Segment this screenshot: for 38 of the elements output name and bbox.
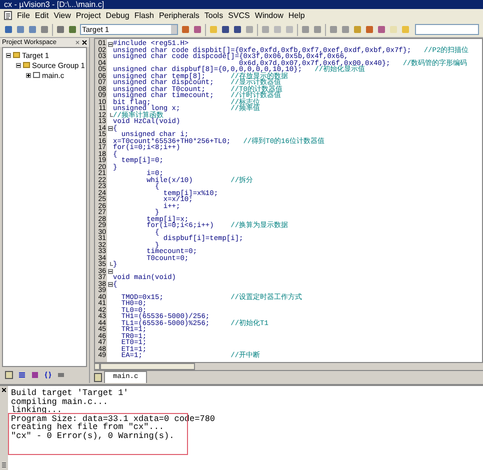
output-line: compiling main.c... <box>11 398 108 406</box>
close-icon[interactable] <box>82 40 87 45</box>
braces-tab-icon[interactable] <box>44 371 52 379</box>
menu-item[interactable]: Debug <box>106 10 130 20</box>
menu-item[interactable]: Edit <box>34 10 49 20</box>
templates-tab-icon[interactable] <box>57 371 65 379</box>
output-line: linking... <box>11 406 62 414</box>
window-title: cx - µVision3 - [D:\...\main.c] <box>4 1 104 9</box>
output-line: creating hex file from "cx"... <box>11 423 164 432</box>
output-line: "cx" - 0 Error(s), 0 Warning(s). <box>11 432 176 440</box>
menu-item[interactable]: Window <box>254 10 284 20</box>
books-tab-icon[interactable] <box>31 371 39 379</box>
expander-icon[interactable] <box>26 72 31 78</box>
fold-icon[interactable] <box>108 126 112 132</box>
fold-icon[interactable] <box>108 42 112 47</box>
menu-item[interactable]: File <box>17 10 30 20</box>
menu-item[interactable]: View <box>54 10 71 20</box>
output-line: Build target 'Target 1' <box>11 389 130 398</box>
close-icon[interactable] <box>2 388 6 392</box>
expander-icon[interactable] <box>16 62 21 68</box>
fold-icon[interactable] <box>108 269 112 274</box>
menu-item[interactable]: Tools <box>204 10 224 20</box>
grip-icon <box>2 462 6 468</box>
scrollbar-thumb[interactable] <box>100 363 195 370</box>
menu-item[interactable]: Help <box>288 10 305 20</box>
menu-item[interactable]: Flash <box>134 10 154 20</box>
fold-icon[interactable] <box>108 282 112 288</box>
menu-item[interactable]: Peripherals <box>158 10 200 20</box>
list-tab-icon[interactable] <box>18 371 26 379</box>
menu-item[interactable]: SVCS <box>228 10 250 20</box>
find-field[interactable] <box>415 24 479 35</box>
document-icon <box>4 11 12 20</box>
file-tab-icon <box>94 373 102 382</box>
expander-icon[interactable] <box>6 52 11 58</box>
file-icon <box>33 72 40 78</box>
menu-item[interactable]: Project <box>76 10 101 20</box>
pin-icon[interactable] <box>75 40 80 45</box>
files-tab-icon[interactable] <box>5 371 13 379</box>
